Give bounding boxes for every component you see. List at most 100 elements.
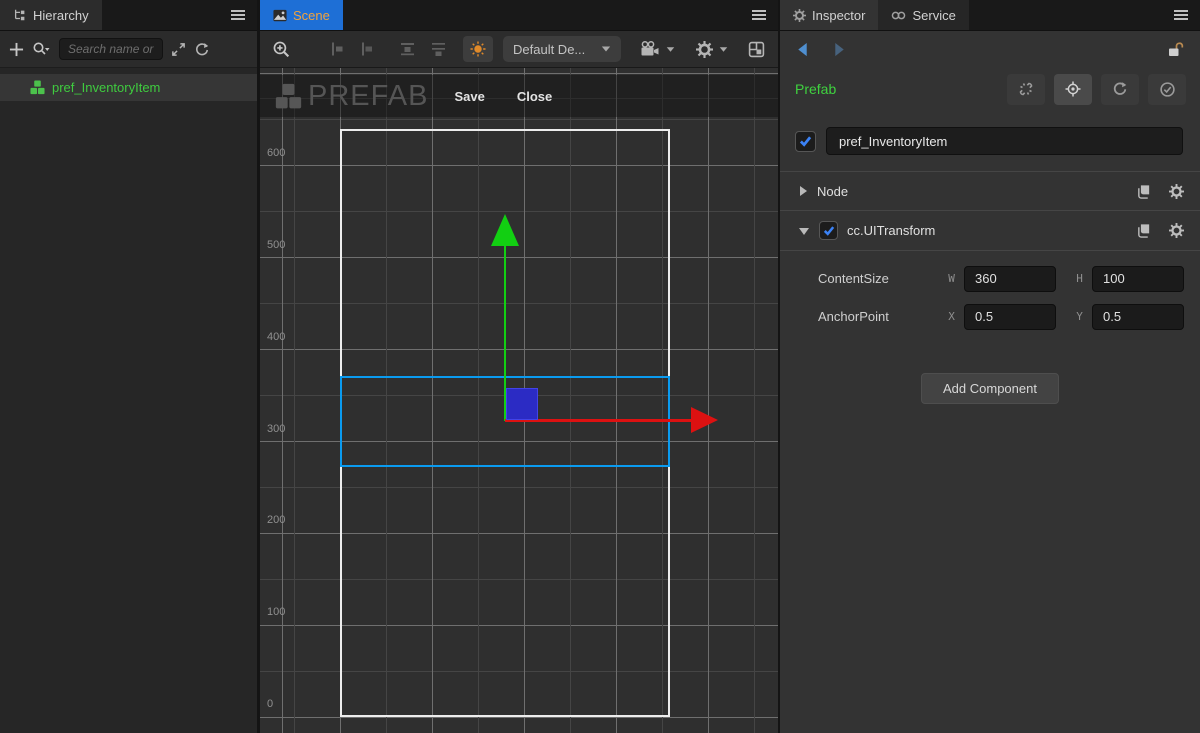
inspector-nav-row (780, 31, 1200, 67)
locate-asset-button[interactable] (1054, 74, 1092, 105)
hierarchy-panel: Hierarchy p (0, 0, 257, 733)
history-back-icon[interactable] (796, 42, 809, 57)
lock-open-icon[interactable] (1166, 41, 1184, 58)
prefab-banner: PREFAB Save Close (260, 75, 778, 117)
zoom-in-icon[interactable] (272, 40, 291, 59)
scene-image-icon (273, 9, 287, 22)
restore-prefab-button[interactable] (1101, 74, 1139, 105)
tab-inspector[interactable]: Inspector (780, 0, 878, 30)
distribute-horizontal-icon[interactable] (430, 41, 447, 57)
hierarchy-search-input[interactable] (59, 38, 163, 60)
check-icon (823, 225, 835, 236)
uitransform-settings-gear-icon[interactable] (1169, 223, 1184, 238)
tab-scene-label: Scene (293, 8, 330, 23)
ruler-label: 200 (267, 514, 285, 526)
align-right-icon[interactable] (359, 41, 375, 57)
inspector-gear-icon (793, 9, 806, 22)
render-mode-dropdown[interactable]: Default De... (503, 36, 621, 62)
uitransform-section-label: cc.UITransform (847, 223, 935, 238)
tab-service[interactable]: Service (878, 0, 968, 30)
hierarchy-body: pref_InventoryItem (0, 68, 257, 733)
service-link-icon (891, 10, 906, 21)
render-mode-value: Default De... (513, 42, 595, 57)
node-name-input[interactable] (826, 127, 1183, 155)
content-size-w-input[interactable] (964, 266, 1056, 292)
scene-viewport[interactable]: 600 500 400 300 200 100 0 PREFAB Save Cl… (260, 68, 778, 733)
tab-hierarchy[interactable]: Hierarchy (0, 0, 102, 30)
align-left-icon[interactable] (329, 41, 345, 57)
node-docs-book-icon[interactable] (1136, 184, 1152, 199)
search-filter-icon[interactable] (32, 41, 51, 57)
w-key-label: W (944, 272, 959, 285)
anchor-point-row: AnchorPoint X Y (818, 303, 1184, 330)
add-component-button[interactable]: Add Component (921, 373, 1059, 404)
prefab-cubes-icon (275, 83, 302, 110)
inspector-panel: Inspector Service Prefab (780, 0, 1200, 733)
scene-toolbar: Default De... (260, 31, 778, 68)
node-settings-gear-icon[interactable] (1169, 184, 1184, 199)
gizmo-y-arrowhead[interactable] (491, 214, 519, 246)
target-icon (1065, 81, 1081, 97)
ruler-label: 600 (267, 147, 285, 159)
prefab-save-button[interactable]: Save (454, 89, 484, 104)
ruler-label: 300 (267, 423, 285, 435)
hierarchy-toolbar (0, 31, 257, 68)
content-size-h-input[interactable] (1092, 266, 1184, 292)
hierarchy-item-pref-inventoryitem[interactable]: pref_InventoryItem (0, 74, 257, 101)
apply-prefab-button[interactable] (1148, 74, 1186, 105)
layout-grid-icon[interactable] (748, 41, 765, 58)
ruler-label: 500 (267, 239, 285, 251)
h-key-label: H (1072, 272, 1087, 285)
hierarchy-tabbar: Hierarchy (0, 0, 257, 31)
uitransform-docs-book-icon[interactable] (1136, 223, 1152, 238)
gizmo-x-arrowhead[interactable] (691, 407, 718, 433)
scene-menu-icon[interactable] (752, 9, 766, 21)
check-icon (799, 135, 812, 147)
node-section-label: Node (817, 184, 848, 199)
y-key-label: Y (1072, 310, 1087, 323)
caret-down-icon[interactable] (798, 226, 810, 236)
create-node-plus-icon[interactable] (9, 42, 24, 57)
tab-service-label: Service (912, 8, 955, 23)
camera-icon[interactable] (640, 41, 660, 57)
hierarchy-menu-icon[interactable] (231, 9, 245, 21)
sun-icon (470, 41, 486, 57)
content-size-row: ContentSize W H (818, 265, 1184, 292)
node-active-checkbox[interactable] (795, 131, 816, 152)
anchor-point-y-input[interactable] (1092, 304, 1184, 330)
prefab-actions (1007, 74, 1186, 105)
gear-chevron-icon[interactable] (719, 46, 728, 53)
expand-all-icon[interactable] (171, 42, 186, 57)
inspector-tabbar: Inspector Service (780, 0, 1200, 31)
prefab-cubes-icon (30, 80, 45, 95)
ruler-label: 0 (267, 698, 273, 710)
anchor-point-x-input[interactable] (964, 304, 1056, 330)
tab-hierarchy-label: Hierarchy (33, 8, 89, 23)
distribute-vertical-icon[interactable] (399, 41, 416, 57)
uitransform-props: ContentSize W H AnchorPoint X Y (780, 251, 1200, 341)
node-name-row (780, 127, 1200, 155)
camera-chevron-icon[interactable] (666, 46, 675, 53)
hierarchy-tree-icon (13, 8, 27, 22)
gizmo-xy-plane-handle[interactable] (506, 388, 538, 420)
refresh-icon[interactable] (194, 42, 210, 57)
uitransform-enabled-checkbox[interactable] (819, 221, 838, 240)
prefab-close-button[interactable]: Close (517, 89, 552, 104)
prefab-banner-title: PREFAB (308, 80, 428, 113)
tab-scene[interactable]: Scene (260, 0, 343, 30)
ruler-label: 100 (267, 606, 285, 618)
chevron-down-icon (601, 45, 611, 53)
history-forward-icon[interactable] (833, 42, 846, 57)
tab-inspector-label: Inspector (812, 8, 865, 23)
x-key-label: X (944, 310, 959, 323)
prefab-header-row: Prefab (780, 73, 1200, 105)
unlink-prefab-button[interactable] (1007, 74, 1045, 105)
hierarchy-item-label: pref_InventoryItem (52, 80, 160, 95)
gizmo-gear-icon[interactable] (696, 41, 713, 58)
uitransform-section-header[interactable]: cc.UITransform (780, 211, 1200, 251)
restore-refresh-icon (1112, 81, 1128, 97)
scene-light-toggle[interactable] (463, 36, 493, 62)
node-section-header[interactable]: Node (780, 171, 1200, 211)
caret-right-icon[interactable] (798, 185, 808, 197)
inspector-menu-icon[interactable] (1174, 9, 1188, 21)
